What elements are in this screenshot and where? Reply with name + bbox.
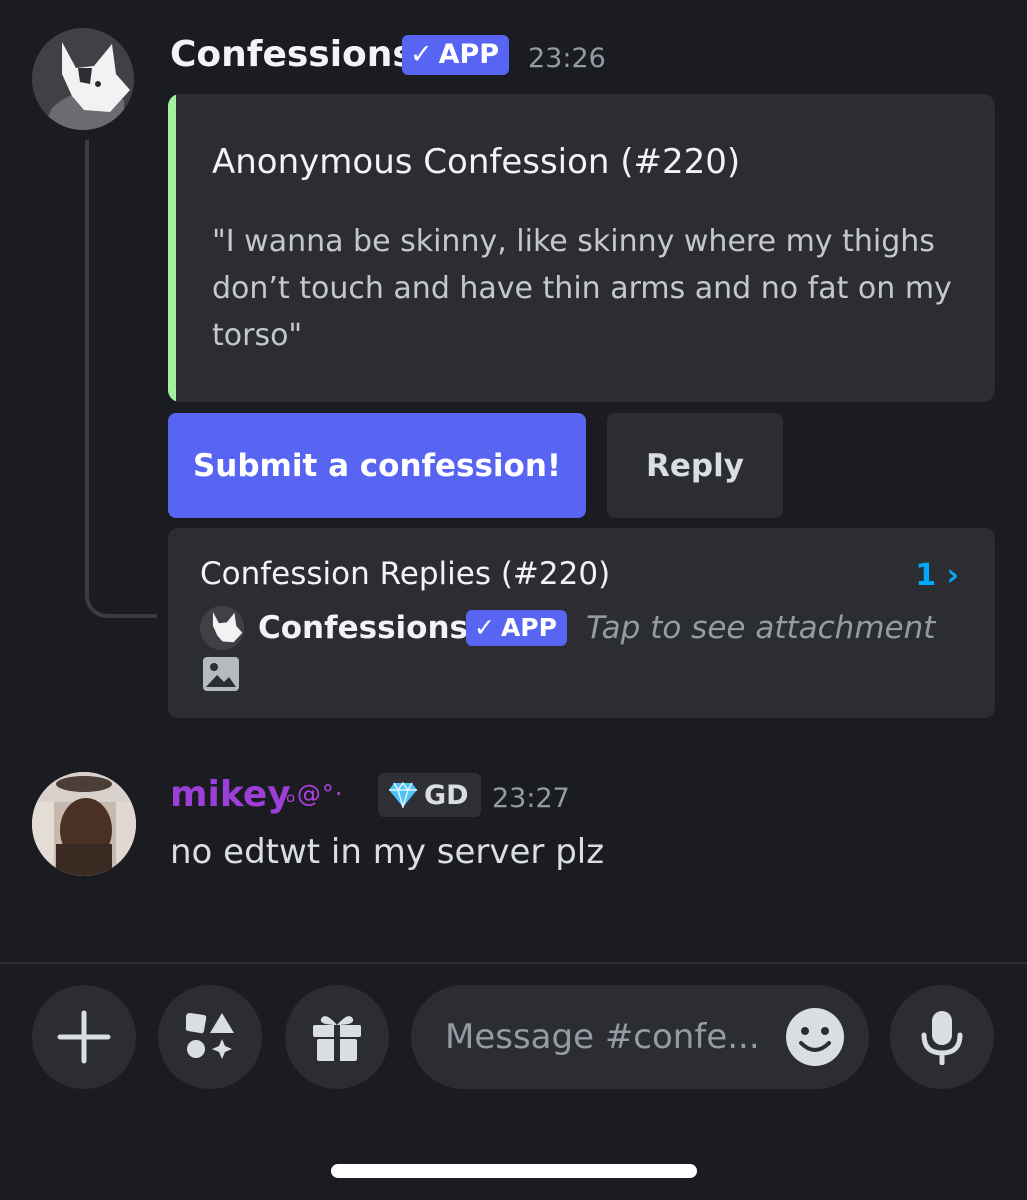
voice-message-button[interactable] (890, 985, 994, 1089)
message-input[interactable] (445, 985, 775, 1089)
confession-embed: Anonymous Confession (#220) "I wanna be … (168, 94, 995, 402)
thread-author-avatar (200, 606, 244, 650)
app-badge-label: APP (500, 613, 557, 642)
user-photo (32, 772, 136, 876)
app-badge: ✓ APP (466, 610, 567, 646)
confessions-avatar[interactable] (32, 28, 134, 130)
reply-button[interactable]: Reply (607, 413, 783, 518)
gift-icon (313, 1016, 361, 1061)
message-timestamp: 23:26 (528, 43, 606, 74)
server-tag[interactable]: GD (378, 773, 481, 817)
thread-last-author: Confessions (258, 610, 468, 646)
image-icon (203, 657, 239, 691)
name-decoration: ₒ@°· (286, 780, 344, 808)
fox-logo-icon (32, 28, 134, 130)
user-avatar[interactable] (32, 772, 136, 876)
apps-button[interactable] (158, 985, 262, 1089)
composer-divider (0, 962, 1027, 964)
embed-description: "I wanna be skinny, like skinny where my… (212, 224, 952, 353)
add-button[interactable] (32, 985, 136, 1089)
server-tag-label: GD (424, 779, 469, 811)
home-indicator[interactable] (331, 1164, 697, 1178)
message-timestamp: 23:27 (492, 783, 570, 814)
embed-accent-bar (168, 94, 176, 402)
gift-button[interactable] (285, 985, 389, 1089)
chevron-right-icon: › (946, 558, 959, 593)
checkmark-icon: ✓ (474, 613, 495, 642)
plus-icon (57, 1010, 111, 1064)
thread-preview-text: Tap to see attachment (586, 610, 936, 646)
thread-connector-line (85, 140, 157, 618)
message-content: no edtwt in my server plz (170, 832, 605, 872)
app-badge-label: APP (438, 39, 500, 70)
message-author[interactable]: mikey (170, 774, 291, 815)
apps-icon (185, 1013, 234, 1059)
thread-title: Confession Replies (#220) (200, 556, 611, 592)
thread-message-count[interactable]: 1 › (915, 558, 959, 593)
checkmark-icon: ✓ (410, 39, 433, 70)
thread-count-value: 1 (915, 558, 937, 593)
app-badge: ✓ APP (402, 35, 510, 75)
microphone-icon (921, 1011, 963, 1065)
submit-confession-button[interactable]: Submit a confession! (168, 413, 586, 518)
diamond-icon (389, 782, 417, 808)
fox-logo-icon (200, 606, 244, 650)
message-composer[interactable] (411, 985, 869, 1089)
emoji-icon[interactable] (785, 1007, 845, 1067)
embed-title: Anonymous Confession (#220) (212, 142, 741, 182)
thread-card[interactable]: Confession Replies (#220) 1 › Confession… (168, 528, 995, 718)
message-author[interactable]: Confessions (170, 34, 414, 75)
